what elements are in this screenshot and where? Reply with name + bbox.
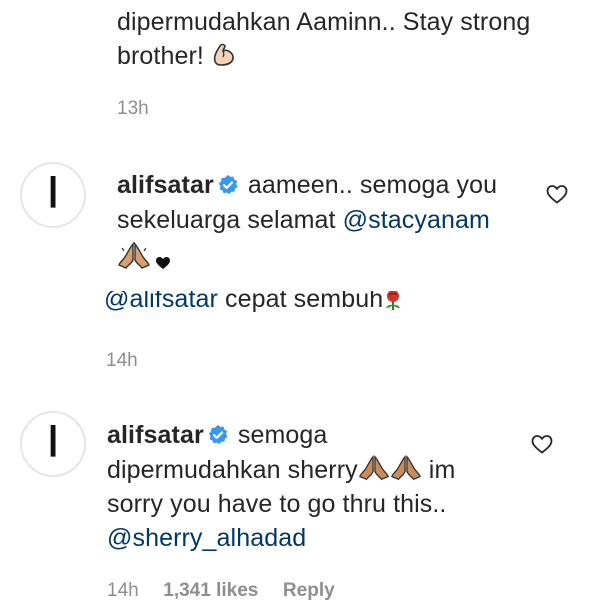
comment-text-line1: dipermudahkan Aaminn.. Stay strong — [117, 8, 531, 36]
username-link[interactable]: alifsatar — [107, 421, 204, 449]
reply-text-b: dipermudahkan sherry — [107, 456, 358, 484]
avatar-glyph: ا — [47, 418, 59, 466]
flexed-biceps-icon — [211, 42, 237, 77]
reply-text-line3: sorry you have to go thru this.. — [107, 487, 446, 521]
comment-timestamp: 13h — [117, 98, 149, 119]
reply-text-c: im — [428, 456, 456, 484]
avatar[interactable]: ا — [20, 162, 86, 228]
verified-badge-icon — [217, 171, 239, 195]
comment-timestamp: 14h — [107, 580, 139, 601]
reply-text-d: sorry you have to go thru this.. — [107, 490, 447, 518]
reply-text-line4: @sherry_alhadad — [107, 521, 306, 555]
avatar[interactable]: ا — [20, 411, 86, 477]
reply-button[interactable]: Reply — [283, 580, 335, 601]
reply-meta-row: 14h 1,341 likes Reply — [107, 580, 335, 602]
reply-text-line2: dipermudahkan sherry im — [107, 453, 455, 491]
reply-text: alifsatar aameen.. semoga you — [117, 168, 537, 202]
partial-comment: @alifsatar cepat sembuh — [104, 285, 403, 320]
comment-timestamp: 14h — [106, 350, 138, 371]
folded-hands-icon — [390, 454, 422, 491]
verified-badge-icon — [207, 421, 229, 445]
partial-comment-text: cepat sembuh — [224, 285, 384, 313]
mention-link[interactable]: @stacyanam — [343, 206, 490, 234]
username-link[interactable]: alifsatar — [117, 171, 214, 199]
reply-emoji-row — [117, 242, 171, 275]
black-heart-icon — [155, 256, 171, 275]
likes-count[interactable]: 1,341 likes — [163, 580, 258, 601]
mention-link[interactable]: @alifsatar — [104, 291, 218, 313]
mention-link[interactable]: @sherry_alhadad — [107, 524, 306, 552]
comment-text: dipermudahkan Aaminn.. Stay strong — [117, 5, 530, 39]
reply-text-line2: sekeluarga selamat @stacyanam — [117, 203, 490, 237]
rose-icon — [383, 291, 403, 320]
reply-text: alifsatar semoga — [107, 418, 327, 452]
comment-text-line2: brother! — [117, 42, 204, 70]
avatar-glyph: ا — [47, 169, 59, 217]
like-heart-icon[interactable] — [545, 182, 569, 211]
folded-hands-icon — [358, 454, 390, 491]
reply-text-b: sekeluarga selamat — [117, 206, 336, 234]
folded-hands-icon — [117, 242, 151, 275]
reply-text-a: aameen.. semoga you — [247, 171, 498, 199]
comment-text-line2-wrap: brother! — [117, 39, 237, 77]
reply-text-a: semoga — [237, 421, 328, 449]
like-heart-icon[interactable] — [530, 432, 554, 461]
